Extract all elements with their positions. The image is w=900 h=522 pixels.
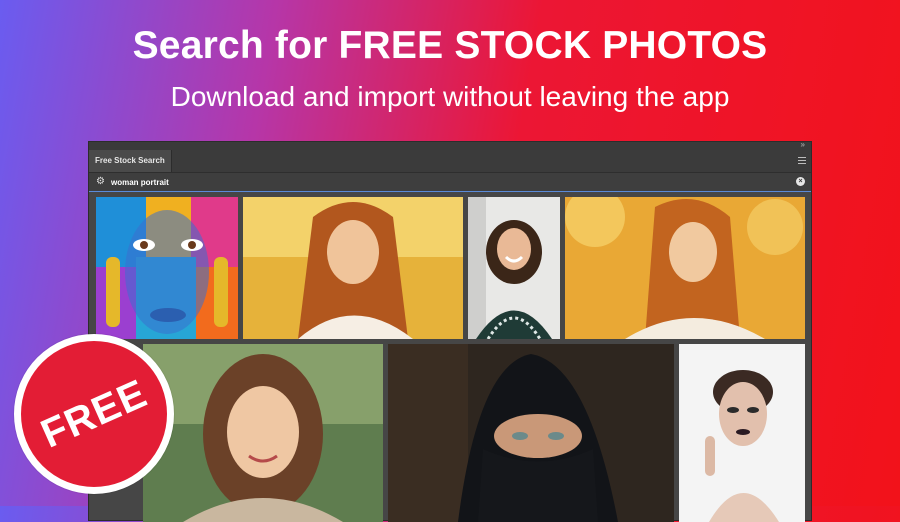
- hamburger-menu-icon[interactable]: [798, 157, 806, 164]
- panel-tabbar: Free Stock Search: [89, 150, 811, 173]
- result-thumbnail[interactable]: [565, 197, 805, 339]
- hero-title: Search for FREE STOCK PHOTOS: [132, 24, 768, 67]
- smiling-woman-image: [468, 197, 560, 339]
- double-chevron-icon[interactable]: »: [801, 140, 805, 150]
- result-thumbnail[interactable]: [388, 344, 674, 522]
- result-thumbnail[interactable]: [679, 344, 805, 522]
- tab-free-stock-search[interactable]: Free Stock Search: [89, 150, 172, 172]
- result-thumbnail[interactable]: [243, 197, 463, 339]
- woman-outdoors-image: [143, 344, 383, 522]
- woman-closed-eyes-image: [565, 197, 805, 339]
- woman-warm-light-image: [243, 197, 463, 339]
- result-thumbnail[interactable]: [468, 197, 560, 339]
- clear-icon[interactable]: ×: [796, 177, 805, 186]
- woman-dark-lipstick-image: [679, 344, 805, 522]
- gear-icon[interactable]: ⚙: [96, 176, 105, 188]
- free-badge: FREE: [14, 334, 174, 494]
- result-thumbnail[interactable]: [143, 344, 383, 522]
- search-input[interactable]: [111, 175, 771, 189]
- search-bar: ⚙ ×: [89, 173, 811, 192]
- panel-topbar: »: [89, 140, 811, 150]
- result-thumbnail[interactable]: [96, 197, 238, 339]
- woman-hijab-image: [388, 344, 674, 522]
- painted-face-image: [96, 197, 238, 339]
- free-stock-search-panel: » Free Stock Search ⚙ ×: [88, 140, 812, 522]
- hero-subtitle: Download and import without leaving the …: [170, 81, 730, 112]
- free-badge-label: FREE: [34, 370, 154, 457]
